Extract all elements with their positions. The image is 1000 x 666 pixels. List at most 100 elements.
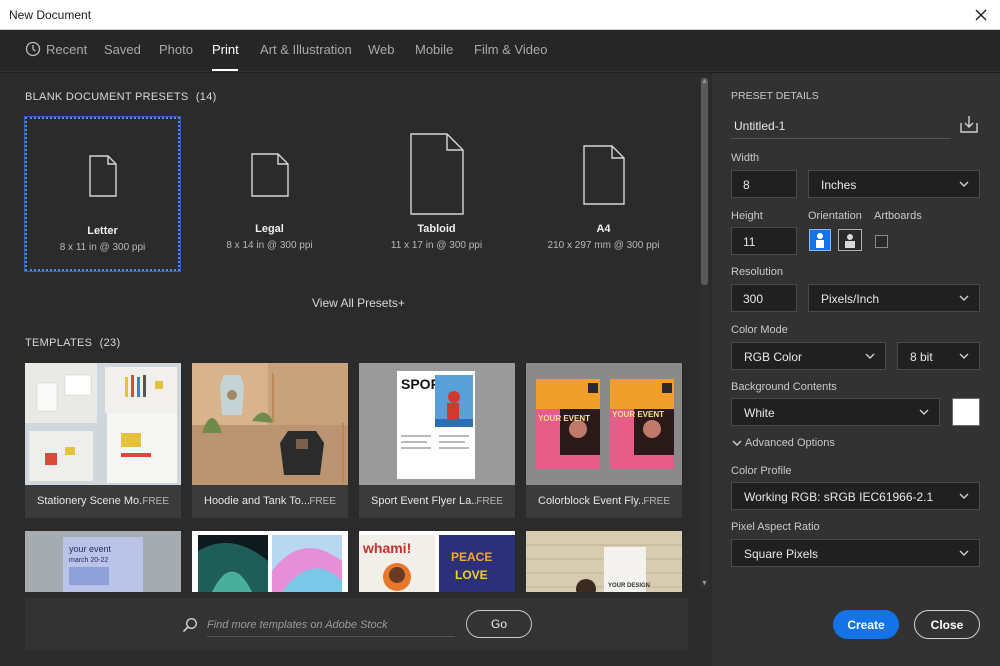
- tab-photo[interactable]: Photo: [159, 42, 193, 57]
- template-name: Stationery Scene Mo...: [37, 495, 142, 507]
- preset-legal[interactable]: Legal 8 x 14 in @ 300 ppi: [192, 117, 347, 271]
- tab-saved[interactable]: Saved: [104, 42, 141, 57]
- resolution-input[interactable]: 300: [731, 284, 797, 312]
- tab-art-illustration[interactable]: Art & Illustration: [260, 42, 352, 57]
- preset-letter[interactable]: Letter 8 x 11 in @ 300 ppi: [24, 116, 181, 272]
- document-icon: [409, 133, 464, 215]
- resolution-unit-select[interactable]: Pixels/Inch: [808, 284, 980, 312]
- close-icon[interactable]: [970, 4, 992, 26]
- color-profile-value: Working RGB: sRGB IEC61966-2.1: [744, 490, 934, 504]
- height-label: Height: [731, 210, 763, 222]
- pixel-aspect-ratio-select[interactable]: Square Pixels: [731, 539, 980, 567]
- chevron-down-icon: [959, 295, 969, 301]
- bit-depth-select[interactable]: 8 bit: [897, 342, 980, 370]
- chevron-down-icon: [919, 409, 929, 415]
- template-thumbnail: your event march 20-22: [25, 531, 181, 592]
- resolution-unit-value: Pixels/Inch: [821, 292, 880, 306]
- templates-heading: TEMPLATES (23): [25, 337, 120, 349]
- template-thumbnail: [25, 363, 181, 485]
- template-card-retro[interactable]: whami! PEACE LOVE: [359, 531, 515, 592]
- title-bar: New Document: [0, 0, 1000, 30]
- portrait-orientation-icon[interactable]: [809, 229, 831, 251]
- preset-size: 8 x 14 in @ 300 ppi: [226, 240, 313, 251]
- color-mode-select[interactable]: RGB Color: [731, 342, 886, 370]
- preset-name: A4: [596, 223, 611, 235]
- width-unit-select[interactable]: Inches: [808, 170, 980, 198]
- template-card-holographic[interactable]: [192, 531, 348, 592]
- document-icon: [250, 153, 289, 197]
- template-card-sport-flyer[interactable]: SPORT Sport Event Flyer La... FREE: [359, 363, 515, 518]
- tab-web[interactable]: Web: [368, 42, 395, 57]
- background-contents-select[interactable]: White: [731, 398, 940, 426]
- preset-a4[interactable]: A4 210 x 297 mm @ 300 ppi: [526, 117, 681, 271]
- document-icon: [582, 145, 625, 205]
- preset-size: 11 x 17 in @ 300 ppi: [390, 240, 483, 251]
- height-input[interactable]: 11: [731, 227, 797, 255]
- preset-size: 8 x 11 in @ 300 ppi: [59, 242, 146, 253]
- template-card-wall-poster[interactable]: YOUR DESIGN: [526, 531, 682, 592]
- create-button[interactable]: Create: [833, 610, 899, 639]
- template-thumbnail: whami! PEACE LOVE: [359, 531, 515, 592]
- background-contents-value: White: [744, 406, 775, 420]
- pixel-aspect-ratio-value: Square Pixels: [744, 547, 819, 561]
- templates-count: (23): [99, 337, 121, 349]
- template-card-hoodie[interactable]: Hoodie and Tank To... FREE: [192, 363, 348, 518]
- advanced-options-toggle[interactable]: Advanced Options: [732, 437, 835, 449]
- width-label: Width: [731, 152, 760, 164]
- templates-heading-text: TEMPLATES: [25, 337, 93, 349]
- width-unit-value: Inches: [821, 178, 857, 192]
- save-preset-icon[interactable]: [958, 113, 980, 135]
- whami-thumb-text: whami!: [362, 540, 411, 556]
- scroll-down-icon[interactable]: ▼: [700, 580, 709, 588]
- background-color-swatch[interactable]: [952, 398, 980, 426]
- advanced-options-label: Advanced Options: [745, 437, 835, 449]
- tab-print[interactable]: Print: [212, 42, 239, 57]
- presets-heading: BLANK DOCUMENT PRESETS (14): [25, 91, 217, 103]
- event-date-thumb-text: march 20-22: [69, 557, 108, 564]
- template-card-stationery[interactable]: Stationery Scene Mo... FREE: [25, 363, 181, 518]
- color-profile-label: Color Profile: [731, 465, 792, 477]
- landscape-orientation-icon[interactable]: [838, 229, 862, 251]
- chevron-down-icon: [959, 181, 969, 187]
- resolution-label: Resolution: [731, 266, 783, 278]
- template-name: Sport Event Flyer La...: [371, 495, 476, 507]
- tab-mobile[interactable]: Mobile: [415, 42, 453, 57]
- your-event-thumb-text: YOUR EVENT: [538, 414, 590, 423]
- chevron-down-icon: [959, 550, 969, 556]
- window-title: New Document: [9, 8, 92, 22]
- chevron-down-icon: [732, 440, 742, 447]
- document-name-field[interactable]: Untitled-1: [731, 113, 951, 139]
- chevron-down-icon: [959, 353, 969, 359]
- your-event-thumb-text: YOUR EVENT: [612, 410, 664, 419]
- document-icon: [88, 155, 117, 197]
- active-tab-indicator: [212, 69, 238, 71]
- artboards-label: Artboards: [874, 210, 922, 222]
- view-all-presets-link[interactable]: View All Presets+: [312, 296, 405, 310]
- presets-heading-text: BLANK DOCUMENT PRESETS: [25, 91, 189, 103]
- close-button[interactable]: Close: [914, 610, 980, 639]
- your-design-thumb-text: YOUR DESIGN: [608, 583, 650, 589]
- template-card-event-poster[interactable]: your event march 20-22: [25, 531, 181, 592]
- tab-recent[interactable]: Recent: [46, 42, 87, 57]
- preset-tabloid[interactable]: Tabloid 11 x 17 in @ 300 ppi: [359, 117, 514, 271]
- preset-name: Legal: [255, 223, 284, 235]
- clock-icon: [25, 41, 41, 57]
- chevron-down-icon: [959, 493, 969, 499]
- free-badge: FREE: [643, 496, 670, 507]
- width-input[interactable]: 8: [731, 170, 797, 198]
- go-button[interactable]: Go: [466, 610, 532, 638]
- template-name: Colorblock Event Fly...: [538, 495, 643, 507]
- template-thumbnail: YOUR DESIGN: [526, 531, 682, 592]
- scrollbar-thumb[interactable]: [701, 78, 708, 285]
- tab-film-video[interactable]: Film & Video: [474, 42, 547, 57]
- bit-depth-value: 8 bit: [910, 350, 933, 364]
- artboards-checkbox[interactable]: [875, 235, 888, 248]
- scroll-up-icon[interactable]: ▲: [700, 78, 709, 86]
- background-contents-label: Background Contents: [731, 381, 837, 393]
- template-card-colorblock-flyer[interactable]: YOUR EVENT YOUR EVENT Colorblock Event F…: [526, 363, 682, 518]
- color-profile-select[interactable]: Working RGB: sRGB IEC61966-2.1: [731, 482, 980, 510]
- template-thumbnail: YOUR EVENT YOUR EVENT: [526, 363, 682, 485]
- stock-search-input[interactable]: [207, 613, 455, 637]
- search-icon: [182, 617, 198, 633]
- free-badge: FREE: [142, 496, 169, 507]
